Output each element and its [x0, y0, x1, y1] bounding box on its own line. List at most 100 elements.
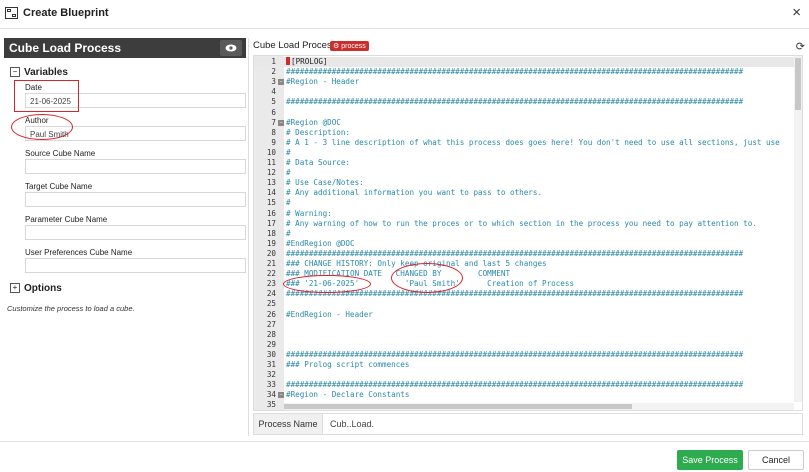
code-line[interactable]: 27 [254, 320, 802, 330]
fold-toggle-icon[interactable]: − [278, 79, 284, 86]
code-content: [PROLOG] [291, 57, 328, 66]
line-number: 7 [271, 117, 276, 127]
code-line[interactable]: 32 [254, 370, 802, 380]
code-line[interactable]: 25 [254, 299, 802, 309]
code-text: ########################################… [286, 249, 743, 259]
line-number: 23 [266, 279, 276, 289]
process-badge: ⚙ process [330, 41, 369, 51]
source-cube-field[interactable] [25, 159, 246, 174]
code-line[interactable]: 10 # [254, 148, 802, 158]
parameter-cube-field[interactable] [25, 225, 246, 240]
code-content: # [286, 147, 291, 157]
code-line[interactable]: 15 # [254, 198, 802, 208]
code-line[interactable]: 11 # Data Source: [254, 158, 802, 168]
code-line[interactable]: 6 [254, 108, 802, 118]
code-line[interactable]: 21 ### CHANGE HISTORY: Only keep original… [254, 259, 802, 269]
code-line[interactable]: 26 #EndRegion - Header [254, 310, 802, 320]
line-number: 22 [266, 269, 276, 279]
user-prefs-cube-field[interactable] [25, 258, 246, 273]
line-number: 32 [266, 370, 276, 380]
code-text: #EndRegion - Header [286, 310, 373, 320]
code-content: # Any warning of how to run the proces o… [286, 218, 757, 228]
eye-icon[interactable] [220, 40, 242, 56]
code-line[interactable]: 33 ######################################… [254, 380, 802, 390]
code-text: #Region - Declare Constants [286, 390, 409, 400]
code-line[interactable]: 17 # Any warning of how to run the proces… [254, 219, 802, 229]
code-line[interactable]: 14 # Any additional information you want … [254, 188, 802, 198]
collapse-icon[interactable]: − [10, 67, 20, 77]
code-text: # A 1 - 3 line description of what this … [286, 138, 780, 148]
line-number: 14 [266, 188, 276, 198]
process-name-input[interactable]: Cub..Load. [330, 419, 374, 429]
code-text: # [286, 148, 291, 158]
line-number: 5 [271, 97, 276, 107]
fold-toggle-icon[interactable]: − [278, 119, 284, 126]
variables-section-header[interactable]: − Variables [10, 67, 68, 78]
line-number: 17 [266, 218, 276, 228]
close-icon[interactable]: × [792, 4, 801, 21]
line-number: 35 [266, 400, 276, 410]
code-line[interactable]: 4 [254, 87, 802, 97]
line-number: 6 [271, 107, 276, 117]
line-number: 28 [266, 329, 276, 339]
code-text: # Warning: [286, 209, 332, 219]
options-title: Options [24, 283, 62, 294]
fold-toggle-icon[interactable]: − [278, 392, 284, 399]
line-number: 24 [266, 289, 276, 299]
horizontal-scrollbar[interactable] [284, 403, 794, 410]
line-number: 3 [271, 77, 276, 87]
code-line[interactable]: 12 # [254, 168, 802, 178]
line-number: 27 [266, 319, 276, 329]
code-line[interactable]: 19 #EndRegion @DOC [254, 239, 802, 249]
code-text: # [286, 198, 291, 208]
code-line[interactable]: 7− #Region @DOC [254, 118, 802, 128]
expand-icon[interactable]: + [10, 283, 20, 293]
code-line[interactable]: 16 # Warning: [254, 209, 802, 219]
vertical-scrollbar[interactable] [794, 56, 802, 402]
options-section-header[interactable]: + Options [10, 283, 62, 294]
code-content: #EndRegion - Header [286, 309, 373, 319]
code-text: # [286, 168, 291, 178]
vertical-scroll-thumb[interactable] [795, 58, 801, 110]
code-line[interactable]: 5 #######################################… [254, 97, 802, 107]
blueprint-header: Cube Load Process [4, 38, 246, 58]
code-line[interactable]: 29 [254, 340, 802, 350]
code-line[interactable]: 28 [254, 330, 802, 340]
code-line[interactable]: 1 [PROLOG] [254, 57, 802, 68]
code-line[interactable]: 30 ######################################… [254, 350, 802, 360]
code-content: #EndRegion @DOC [286, 238, 355, 248]
code-text: # [286, 229, 291, 239]
code-line[interactable]: 31 ### Prolog script commences [254, 360, 802, 370]
line-number: 4 [271, 87, 276, 97]
line-number: 9 [271, 137, 276, 147]
code-line[interactable]: 13 # Use Case/Notes: [254, 178, 802, 188]
code-line[interactable]: 3− #Region - Header [254, 77, 802, 87]
code-content: ### Prolog script commences [286, 360, 410, 369]
code-line[interactable]: 34− #Region - Declare Constants [254, 390, 802, 400]
code-text: ########################################… [286, 67, 743, 77]
line-number: 15 [266, 198, 276, 208]
horizontal-scroll-thumb[interactable] [284, 404, 632, 409]
code-line[interactable]: 20 ######################################… [254, 249, 802, 259]
line-number: 34 [266, 390, 276, 400]
code-line[interactable]: 9 # A 1 - 3 line description of what this… [254, 138, 802, 148]
blueprint-icon [5, 7, 18, 19]
code-text: [PROLOG] [286, 57, 328, 67]
code-line[interactable]: 8 # Description: [254, 128, 802, 138]
cancel-button[interactable]: Cancel [748, 450, 804, 470]
line-number: 13 [266, 178, 276, 188]
code-content: #Region - Declare Constants [286, 390, 410, 400]
refresh-icon[interactable]: ⟳ [796, 40, 805, 53]
process-name-row: Process Name Cub..Load. [253, 413, 803, 435]
line-number: 25 [266, 299, 276, 309]
code-text: # Any warning of how to run the proces o… [286, 219, 757, 229]
code-text: #Region @DOC [286, 118, 341, 128]
user-prefs-cube-label: User Preferences Cube Name [25, 248, 133, 257]
target-cube-field[interactable] [25, 192, 246, 207]
code-line[interactable]: 2 #######################################… [254, 67, 802, 77]
save-process-button[interactable]: Save Process [677, 450, 743, 470]
code-text: # Any additional information you want to… [286, 188, 542, 198]
code-line[interactable]: 18 # [254, 229, 802, 239]
code-editor[interactable]: 1 [PROLOG] 2 ##############################… [253, 55, 803, 411]
code-content: # Data Source: [286, 158, 351, 167]
